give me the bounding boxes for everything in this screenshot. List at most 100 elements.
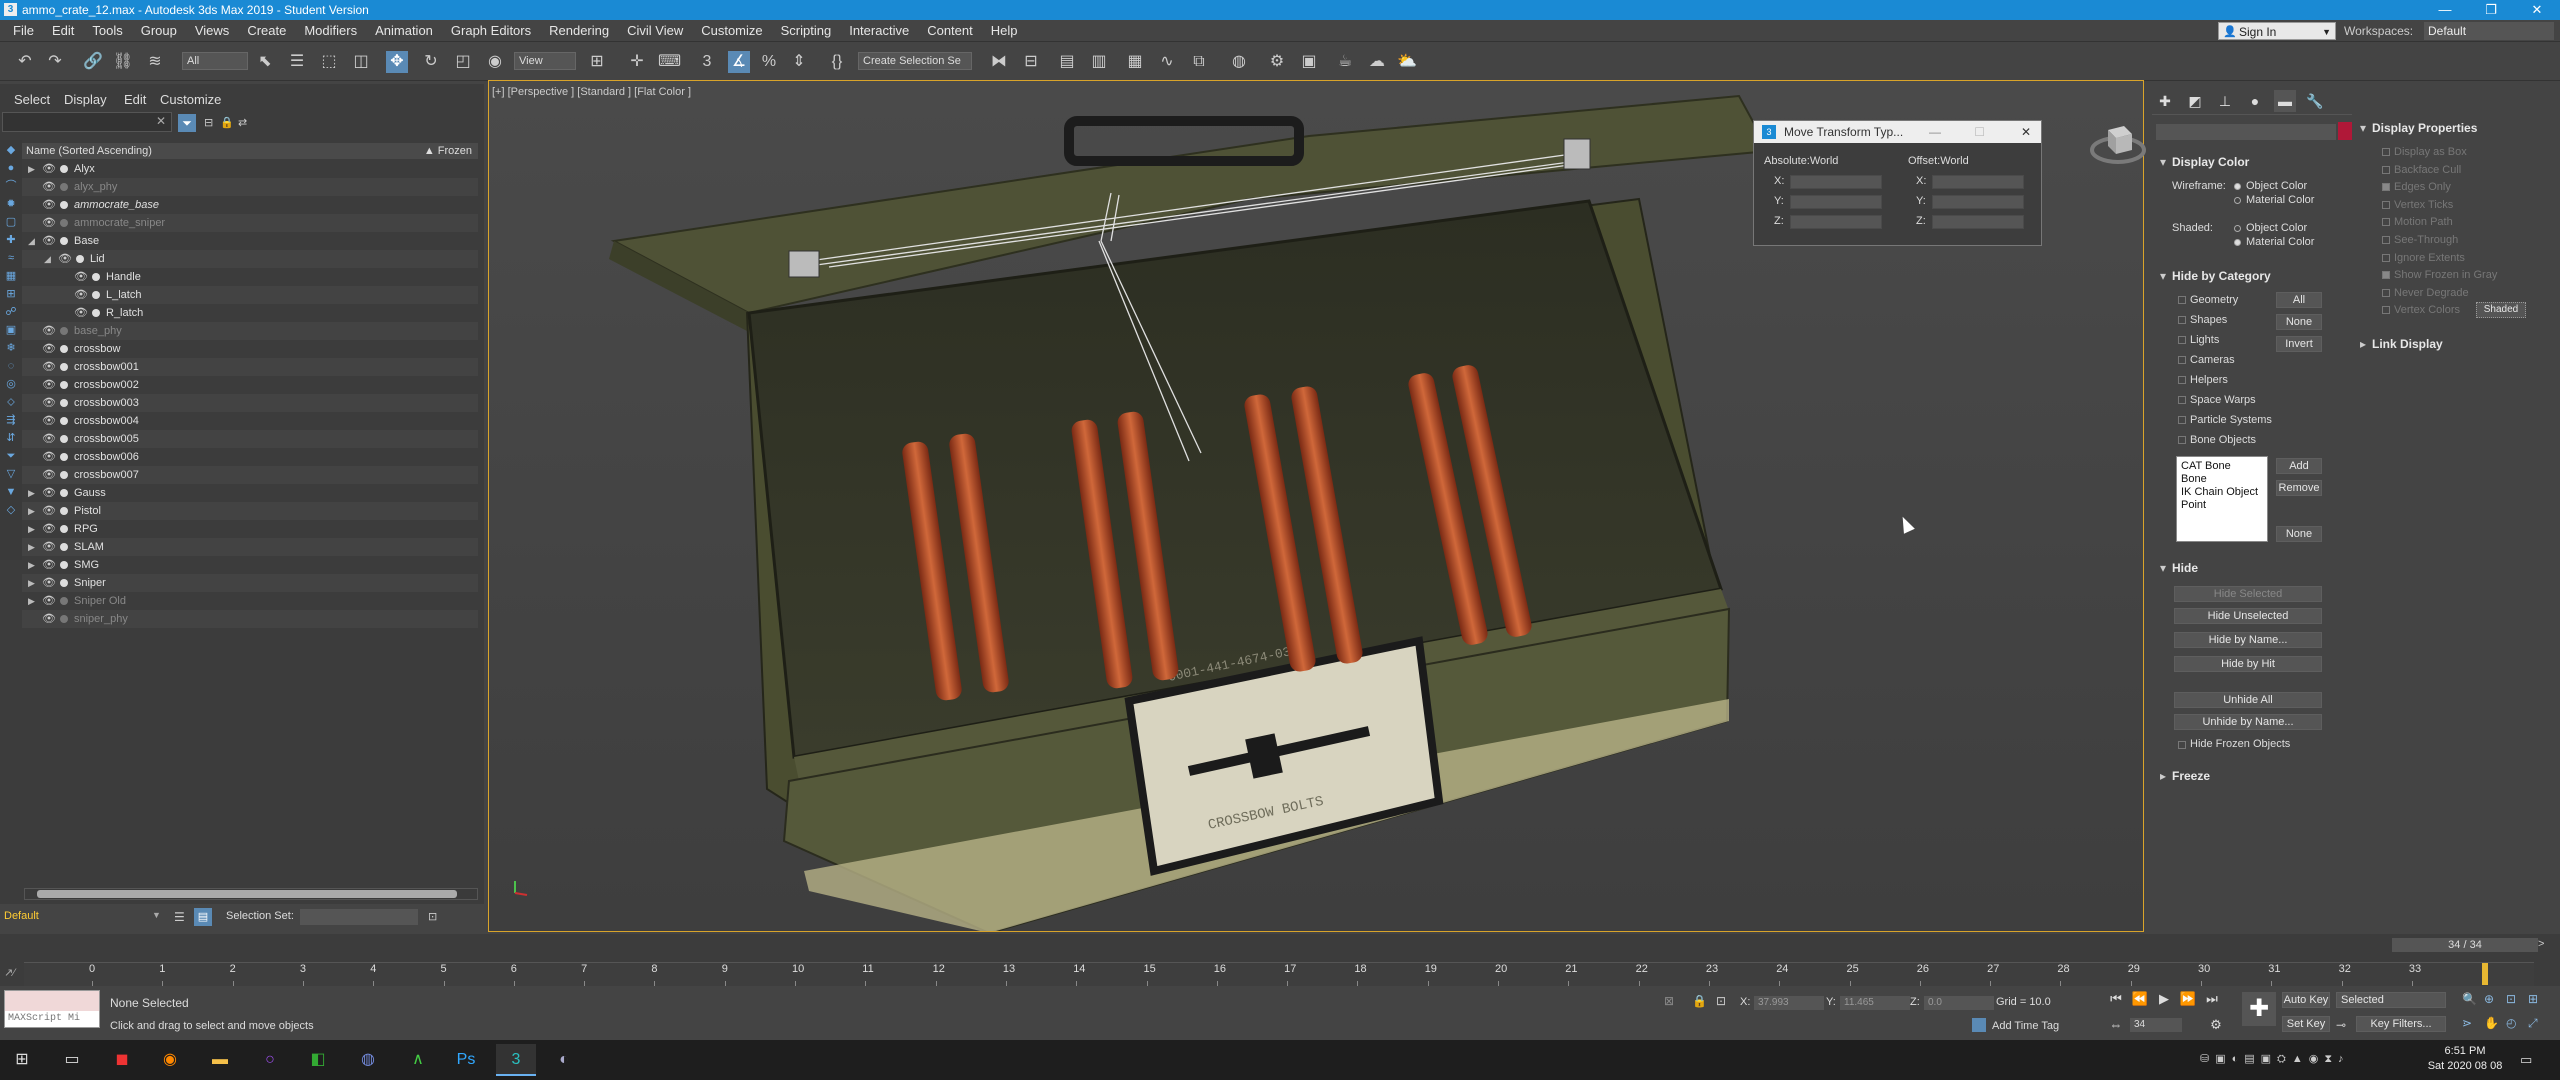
hide-by-category-rollout[interactable]: ▾ Hide by Category (2160, 268, 2271, 284)
display-property-checkbox[interactable] (2382, 200, 2390, 209)
explorer-menu-customize[interactable]: Customize (160, 92, 221, 107)
pivot-center-icon[interactable]: ⊞ (586, 51, 608, 73)
add-time-tag[interactable]: Add Time Tag (1992, 1020, 2059, 1032)
explorer-row[interactable]: 👁 crossbow002 (22, 376, 478, 394)
explorer-search-input[interactable] (2, 112, 172, 132)
explorer-row[interactable]: ▶ 👁 Sniper (22, 574, 478, 592)
visibility-eye-icon[interactable]: 👁 (58, 250, 72, 268)
renderable-dot-icon[interactable] (60, 471, 68, 479)
dialog-header[interactable]: 3 Move Transform Typ... — ☐ ✕ (1754, 121, 2041, 143)
maxscript-listener[interactable]: MAXScript Mi (4, 990, 100, 1028)
window-crossing-icon[interactable]: ◫ (350, 51, 372, 73)
abs-z-field[interactable] (1790, 215, 1882, 229)
utilities-tab-icon[interactable]: 🔧 (2304, 90, 2326, 112)
next-frame-button-icon[interactable]: ⏩ (2178, 990, 2198, 1008)
display-dependents-icon[interactable]: ⇵ (0, 430, 22, 446)
y-coord-field[interactable]: 11.465 (1840, 996, 1910, 1010)
collapse-icon[interactable]: ◢ (28, 232, 35, 250)
visibility-eye-icon[interactable]: 👁 (74, 304, 88, 322)
explorer-row[interactable]: ▶ 👁 Sniper Old (22, 592, 478, 610)
visibility-eye-icon[interactable]: 👁 (42, 178, 56, 196)
render-icon[interactable]: ☕ (1334, 51, 1356, 73)
visibility-eye-icon[interactable]: 👁 (74, 286, 88, 304)
redo-icon[interactable]: ↷ (44, 51, 66, 73)
menu-create[interactable]: Create (238, 20, 295, 42)
explorer-row[interactable]: ▶ 👁 Pistol (22, 502, 478, 520)
expand-icon[interactable]: ▶ (28, 160, 35, 178)
explorer-row[interactable]: 👁 alyx_phy (22, 178, 478, 196)
isolate-selection-icon[interactable]: ⊠ (1664, 994, 1674, 1008)
keyboard-shortcut-icon[interactable]: ⌨ (658, 51, 681, 73)
expand-icon[interactable]: ▶ (28, 592, 35, 610)
bind-spacewarp-icon[interactable]: ≋ (144, 51, 166, 73)
viewcube[interactable] (2088, 116, 2148, 176)
none-category-button[interactable]: None (2276, 526, 2322, 542)
explorer-row[interactable]: ▶ 👁 SLAM (22, 538, 478, 556)
visibility-eye-icon[interactable]: 👁 (42, 520, 56, 538)
explorer-column-header[interactable]: Name (Sorted Ascending) ▲ Frozen (22, 143, 478, 159)
time-configuration-icon[interactable]: ⚙ (2206, 1016, 2226, 1034)
rectangular-region-icon[interactable]: ⬚ (318, 51, 340, 73)
render-activeshade-icon[interactable]: ☁ (1366, 51, 1388, 73)
viewport-label[interactable]: [+] [Perspective ] [Standard ] [Flat Col… (492, 86, 691, 98)
pan-view-icon[interactable]: ✋ (2484, 1016, 2499, 1030)
select-manipulate-icon[interactable]: ✛ (626, 51, 648, 73)
menu-interactive[interactable]: Interactive (840, 20, 918, 42)
vertex-colors-shaded-button[interactable]: Shaded (2476, 302, 2526, 318)
scene-explorer-icon[interactable]: ▥ (1088, 51, 1110, 73)
motion-tab-icon[interactable]: ● (2244, 90, 2266, 112)
explorer-row[interactable]: 👁 crossbow006 (22, 448, 478, 466)
display-tab-icon[interactable]: ▬ (2274, 90, 2296, 112)
expand-icon[interactable]: ▶ (28, 520, 35, 538)
freeze-rollout[interactable]: ▸ Freeze (2160, 768, 2210, 784)
off-x-field[interactable] (1932, 175, 2024, 189)
category-all-button[interactable]: All (2276, 292, 2322, 308)
category-invert-button[interactable]: Invert (2276, 336, 2322, 352)
spinner-snap-icon[interactable]: ⇕ (788, 51, 810, 73)
time-slider[interactable]: 34 / 34 (2392, 938, 2538, 952)
renderable-dot-icon[interactable] (60, 327, 68, 335)
maximize-viewport-icon[interactable]: ⤢ (2528, 1016, 2538, 1031)
auto-key-button[interactable]: Auto Key (2282, 992, 2330, 1008)
menu-customize[interactable]: Customize (692, 20, 771, 42)
explorer-row[interactable]: 👁 Handle (22, 268, 478, 286)
edit-named-selection-icon[interactable]: {} (826, 51, 848, 73)
explorer-horizontal-scrollbar[interactable] (24, 888, 478, 900)
clear-search-icon[interactable]: ✕ (156, 114, 166, 128)
hide-selected-button[interactable]: Hide Selected (2174, 586, 2322, 602)
display-shapes-icon[interactable]: ⌒ (0, 178, 22, 194)
field-of-view-icon[interactable]: ⋗ (2462, 1016, 2472, 1030)
menu-graph-editors[interactable]: Graph Editors (442, 20, 540, 42)
renderable-dot-icon[interactable] (60, 579, 68, 587)
visibility-eye-icon[interactable]: 👁 (42, 214, 56, 232)
display-property-checkbox[interactable] (2382, 253, 2390, 262)
renderable-dot-icon[interactable] (60, 399, 68, 407)
explorer-row[interactable]: 👁 base_phy (22, 322, 478, 340)
shaded-material-color-radio[interactable] (2234, 239, 2241, 246)
visibility-eye-icon[interactable]: 👁 (42, 430, 56, 448)
renderable-dot-icon[interactable] (60, 489, 68, 497)
menu-views[interactable]: Views (186, 20, 238, 42)
unlink-icon[interactable]: ⛓ (112, 51, 134, 73)
expand-icon[interactable]: ▶ (28, 556, 35, 574)
placement-icon[interactable]: ◉ (484, 51, 506, 73)
category-checkbox[interactable] (2178, 436, 2186, 444)
display-property-checkbox[interactable] (2382, 165, 2390, 174)
renderable-dot-icon[interactable] (60, 597, 68, 605)
menu-edit[interactable]: Edit (43, 20, 83, 42)
layer-dropdown-icon[interactable]: ▼ (152, 910, 161, 920)
add-category-button[interactable]: Add (2276, 458, 2322, 474)
renderable-dot-icon[interactable] (60, 435, 68, 443)
discord-icon[interactable]: ◍ (348, 1044, 388, 1076)
display-helpers-icon[interactable]: ✚ (0, 232, 22, 248)
category-filter-list[interactable]: CAT Bone Bone IK Chain Object Point (2176, 456, 2268, 542)
taskbar-clock[interactable]: 6:51 PM Sat 2020 08 08 (2420, 1044, 2510, 1074)
time-tag-icon[interactable] (1972, 1018, 1986, 1032)
close-window-button[interactable]: ✕ (2514, 0, 2560, 20)
create-tab-icon[interactable]: ✚ (2154, 90, 2176, 112)
sign-in-dropdown[interactable]: 👤 Sign In ▼ (2218, 22, 2336, 40)
off-y-field[interactable] (1932, 195, 2024, 209)
off-z-field[interactable] (1932, 215, 2024, 229)
track-bar[interactable]: 0 1 2 3 4 5 6 7 8 9 10 11 12 13 14 15 16 17 18 19 20 21 22 23 24… (24, 962, 2534, 986)
play-icon[interactable]: ▶ (2154, 990, 2174, 1008)
